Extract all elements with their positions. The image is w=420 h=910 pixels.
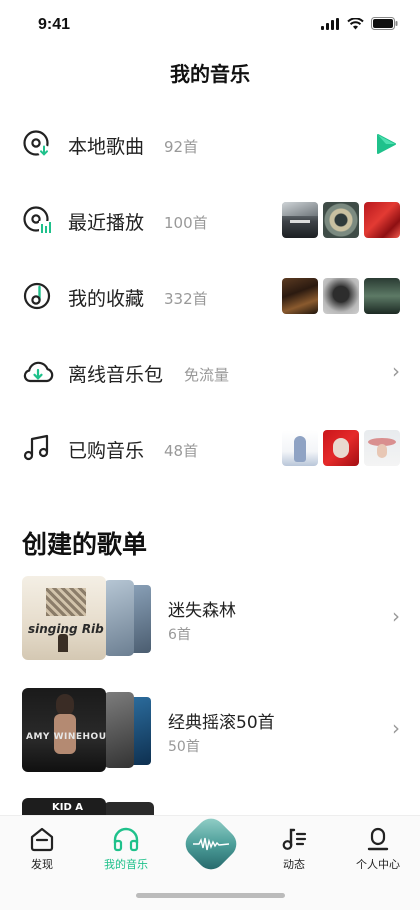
waveform-icon bbox=[193, 837, 229, 851]
status-time: 9:41 bbox=[38, 16, 71, 33]
album-thumb bbox=[364, 278, 400, 314]
playlist-count: 6首 bbox=[168, 627, 191, 643]
wifi-icon bbox=[347, 17, 364, 29]
status-icons bbox=[321, 17, 398, 30]
menu-row-offline[interactable]: 离线音乐包 免流量 › bbox=[0, 334, 420, 410]
menu-row-purchased[interactable]: 已购音乐 48首 bbox=[0, 410, 420, 486]
nav-label: 我的音乐 bbox=[104, 858, 148, 871]
nav-discover[interactable]: 发现 bbox=[0, 826, 84, 872]
favorites-thumbnails bbox=[282, 278, 400, 314]
album-thumb bbox=[364, 430, 400, 466]
playlist-count: 50首 bbox=[168, 739, 200, 755]
feed-music-note-icon bbox=[282, 828, 307, 850]
purchased-thumbnails bbox=[282, 430, 400, 466]
chevron-right-icon[interactable]: › bbox=[392, 604, 400, 628]
local-music-icon bbox=[23, 130, 50, 157]
album-thumb bbox=[323, 430, 359, 466]
album-thumb bbox=[364, 202, 400, 238]
nav-profile[interactable]: 个人中心 bbox=[336, 826, 420, 872]
menu-label-favorites: 我的收藏 bbox=[68, 288, 145, 310]
menu-row-local-songs[interactable]: 本地歌曲 92首 bbox=[0, 106, 420, 182]
menu-label-local-songs: 本地歌曲 bbox=[68, 136, 145, 158]
album-thumb bbox=[282, 202, 318, 238]
headphones-icon bbox=[113, 827, 139, 852]
home-indicator bbox=[136, 893, 285, 898]
menu-count-recent: 100首 bbox=[164, 214, 208, 232]
playlist-cover-stack: singing Rib bbox=[22, 576, 152, 660]
nav-label: 个人中心 bbox=[356, 858, 400, 871]
nav-my-music[interactable]: 我的音乐 bbox=[84, 826, 168, 872]
playlist-cover: singing Rib bbox=[22, 576, 106, 660]
profile-icon bbox=[367, 827, 389, 851]
recent-play-icon bbox=[23, 206, 51, 234]
playlist-cover: AMY WINEHOUSE bbox=[22, 688, 106, 772]
cover-layer bbox=[104, 692, 134, 768]
recent-thumbnails bbox=[282, 202, 400, 238]
play-icon[interactable] bbox=[374, 132, 398, 156]
playlist-name: 迷失森林 bbox=[168, 601, 236, 621]
cover-layer bbox=[104, 580, 134, 656]
menu-count-local-songs: 92首 bbox=[164, 138, 199, 156]
chevron-right-icon[interactable]: › bbox=[392, 359, 400, 383]
menu-count-purchased: 48首 bbox=[164, 442, 199, 460]
section-title: 创建的歌单 bbox=[22, 530, 148, 559]
now-playing-button[interactable] bbox=[179, 812, 243, 876]
chevron-right-icon[interactable]: › bbox=[392, 716, 400, 740]
nav-label: 发现 bbox=[31, 858, 53, 871]
cover-text: AMY WINEHOUSE bbox=[26, 732, 106, 742]
menu-row-recent[interactable]: 最近播放 100首 bbox=[0, 182, 420, 258]
offline-cloud-icon bbox=[23, 361, 54, 383]
menu-label-purchased: 已购音乐 bbox=[68, 440, 145, 462]
menu-label-offline: 离线音乐包 bbox=[68, 364, 164, 386]
signal-icon bbox=[321, 17, 339, 30]
menu-count-favorites: 332首 bbox=[164, 290, 208, 308]
nav-label: 动态 bbox=[283, 858, 305, 871]
album-thumb bbox=[282, 430, 318, 466]
cover-text: singing Rib bbox=[28, 622, 104, 636]
discover-home-icon bbox=[30, 827, 54, 852]
menu-row-favorites[interactable]: 我的收藏 332首 bbox=[0, 258, 420, 334]
playlist-cover-stack: AMY WINEHOUSE bbox=[22, 688, 152, 772]
purchased-music-icon bbox=[23, 434, 49, 461]
cover-text: KID A bbox=[52, 802, 83, 813]
nav-feed[interactable]: 动态 bbox=[252, 826, 336, 872]
playlist-item[interactable]: singing Rib 迷失森林 6首 › bbox=[0, 576, 420, 666]
album-thumb bbox=[323, 202, 359, 238]
album-thumb bbox=[282, 278, 318, 314]
playlist-item[interactable]: AMY WINEHOUSE 经典摇滚50首 50首 › bbox=[0, 688, 420, 778]
album-thumb bbox=[323, 278, 359, 314]
menu-count-offline: 免流量 bbox=[184, 366, 230, 384]
battery-icon bbox=[371, 17, 398, 30]
page-title: 我的音乐 bbox=[170, 62, 250, 86]
playlist-name: 经典摇滚50首 bbox=[168, 713, 275, 733]
favorites-icon bbox=[23, 282, 51, 310]
menu-label-recent: 最近播放 bbox=[68, 212, 145, 234]
